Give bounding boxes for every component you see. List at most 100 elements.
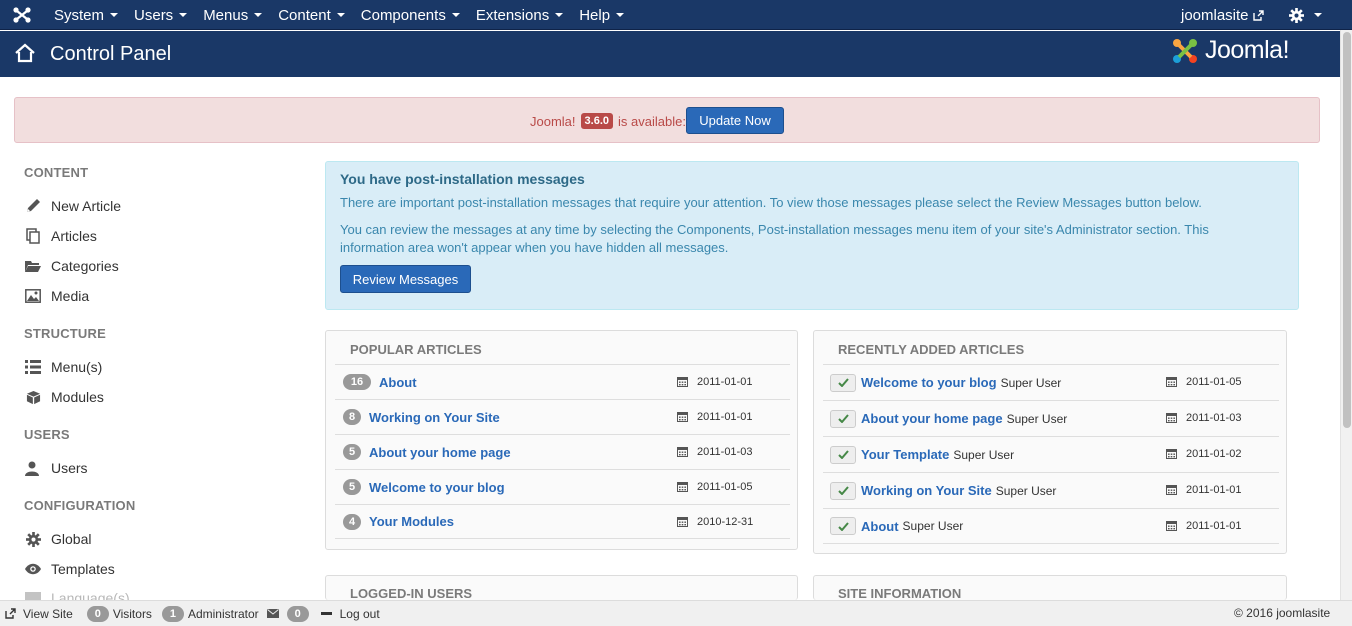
user-settings-menu[interactable]	[1289, 0, 1322, 30]
sidebar-item-label: Users	[51, 460, 88, 476]
article-link[interactable]: Welcome to your blog	[369, 480, 505, 495]
calendar-icon	[1166, 412, 1177, 423]
article-link[interactable]: Working on Your Site	[369, 410, 500, 425]
article-date: 2011-01-02	[1186, 448, 1242, 460]
article-author: Super User	[1006, 411, 1068, 426]
page-scrollbar[interactable]	[1340, 30, 1352, 600]
menu-system-label: System	[54, 6, 105, 24]
article-link[interactable]: Working on Your Site	[861, 483, 992, 498]
hits-badge: 8	[343, 409, 361, 425]
article-link[interactable]: About your home page	[369, 445, 511, 460]
sidebar-item-modules[interactable]: Modules	[24, 387, 104, 407]
article-date: 2010-12-31	[697, 516, 754, 528]
hits-badge: 4	[343, 513, 361, 530]
published-toggle[interactable]	[830, 373, 856, 392]
article-date: 2011-01-03	[697, 446, 753, 458]
view-site-link[interactable]: View Site	[5, 607, 73, 621]
stack-icon	[24, 228, 42, 244]
article-date: 2011-01-03	[1186, 412, 1242, 424]
update-message: Joomla! 3.6.0 is available:	[530, 113, 686, 129]
page-header: Control Panel Joomla!	[0, 31, 1340, 77]
sidebar-item-categories[interactable]: Categories	[24, 256, 119, 276]
menu-components[interactable]: Components	[353, 0, 468, 30]
menu-extensions-label: Extensions	[475, 6, 550, 24]
sidebar-item-menus[interactable]: Menu(s)	[24, 357, 102, 377]
chevron-down-icon	[254, 13, 263, 17]
sidebar-item-templates[interactable]: Templates	[24, 559, 115, 579]
menu-system[interactable]: System	[46, 0, 126, 30]
chevron-down-icon	[451, 13, 460, 17]
joomla-brand-text: Joomla!	[1205, 36, 1290, 64]
article-link[interactable]: About	[379, 375, 417, 390]
chevron-down-icon	[179, 13, 188, 17]
published-toggle[interactable]	[830, 481, 856, 500]
check-icon	[837, 414, 849, 423]
site-information-title: SITE INFORMATION	[838, 586, 962, 601]
joomla-logo-icon[interactable]	[12, 6, 32, 24]
main-menu: System Users Menus Content Components Ex…	[46, 0, 632, 30]
post-install-title: You have post-installation messages	[340, 171, 585, 187]
sidebar-item-articles[interactable]: Articles	[24, 226, 97, 246]
article-link[interactable]: Your Template	[861, 447, 949, 462]
chevron-down-icon	[555, 13, 564, 17]
sidebar-item-label: Modules	[51, 389, 104, 405]
gear-icon	[1289, 7, 1304, 23]
sidebar-item-new-article[interactable]: New Article	[24, 196, 121, 216]
calendar-icon	[677, 446, 688, 457]
check-icon	[837, 378, 849, 387]
article-date: 2011-01-01	[1186, 484, 1242, 496]
top-navbar: System Users Menus Content Components Ex…	[0, 0, 1352, 30]
calendar-icon	[677, 516, 688, 527]
visitors-label: Visitors	[112, 606, 152, 621]
sidebar-item-media[interactable]: Media	[24, 286, 89, 306]
published-toggle[interactable]	[830, 517, 856, 535]
scrollbar-thumb[interactable]	[1343, 32, 1351, 428]
article-date: 2011-01-05	[1186, 376, 1242, 388]
update-suffix: is available:	[618, 113, 686, 129]
chevron-down-icon	[616, 13, 625, 17]
article-link[interactable]: Your Modules	[369, 514, 454, 529]
article-link[interactable]: About your home page	[861, 411, 1003, 426]
image-icon	[24, 289, 42, 303]
sidebar-item-global[interactable]: Global	[24, 529, 91, 549]
messages-indicator[interactable]: 0	[266, 605, 313, 622]
minus-icon	[320, 612, 332, 615]
review-messages-button[interactable]: Review Messages	[340, 265, 471, 293]
article-date: 2011-01-01	[697, 411, 753, 423]
sidebar-item-label: New Article	[51, 198, 122, 214]
messages-count-badge: 0	[286, 605, 309, 622]
menu-content-label: Content	[278, 6, 331, 24]
visitors-count-badge: 0	[86, 605, 109, 622]
user-icon	[24, 461, 42, 476]
post-installation-alert: You have post-installation messages Ther…	[325, 161, 1299, 310]
menu-menus[interactable]: Menus	[195, 0, 270, 30]
logout-link[interactable]: Log out	[320, 607, 380, 621]
envelope-icon	[266, 609, 279, 618]
pencil-icon	[24, 198, 42, 214]
sidebar-item-users[interactable]: Users	[24, 458, 88, 478]
home-icon	[14, 43, 36, 63]
check-icon	[837, 450, 849, 459]
published-toggle[interactable]	[830, 445, 856, 464]
site-link-label: joomlasite	[1181, 6, 1249, 24]
menu-extensions[interactable]: Extensions	[468, 0, 571, 30]
sidebar-heading-content: CONTENT	[24, 165, 89, 180]
site-link[interactable]: joomlasite	[1181, 0, 1264, 30]
administrator-indicator: 1 Administrator	[161, 605, 259, 622]
hits-badge: 5	[343, 479, 361, 495]
published-toggle[interactable]	[830, 409, 856, 428]
menu-help[interactable]: Help	[571, 0, 632, 30]
article-link[interactable]: About	[861, 519, 899, 534]
menu-help-label: Help	[579, 6, 611, 24]
chevron-down-icon	[336, 13, 345, 17]
calendar-icon	[677, 376, 688, 387]
menu-users[interactable]: Users	[126, 0, 195, 30]
menu-content[interactable]: Content	[270, 0, 353, 30]
external-link-icon	[1252, 9, 1264, 21]
admin-label: Administrator	[187, 606, 259, 621]
update-now-button[interactable]: Update Now	[686, 107, 784, 134]
joomla-brand: Joomla!	[1171, 36, 1290, 65]
cog-icon	[24, 531, 42, 547]
calendar-icon	[1166, 448, 1177, 459]
article-link[interactable]: Welcome to your blog	[861, 375, 997, 390]
